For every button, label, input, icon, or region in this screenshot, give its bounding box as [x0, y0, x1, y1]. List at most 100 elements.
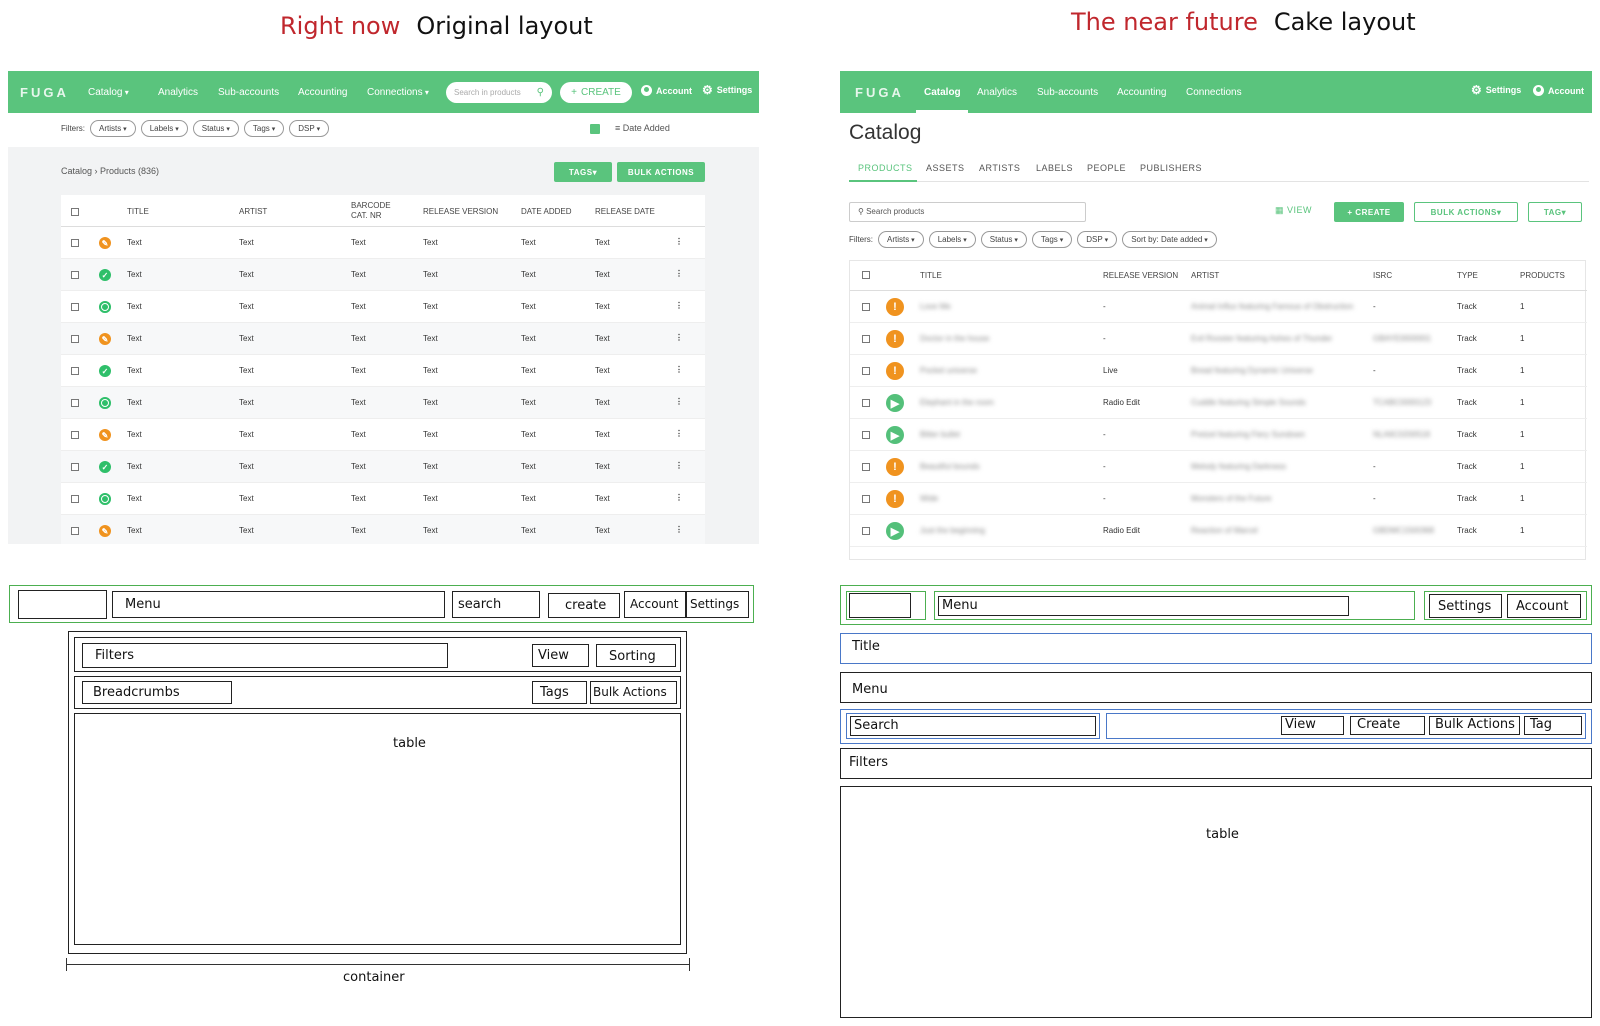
left-nav-accounting[interactable]: Accounting	[298, 87, 347, 98]
col-products[interactable]: PRODUCTS	[1520, 271, 1565, 280]
row-checkbox[interactable]	[71, 431, 79, 439]
left-tags-button[interactable]: TAGS	[554, 162, 612, 182]
table-row[interactable]: ✎ Text Text Text Text Text Text ⋮	[61, 515, 705, 544]
row-menu-icon[interactable]: ⋮	[675, 525, 683, 534]
row-menu-icon[interactable]: ⋮	[675, 237, 683, 246]
filter-labels[interactable]: Labels	[928, 231, 976, 248]
col-artist[interactable]: ARTIST	[239, 207, 267, 216]
view-button[interactable]: ▦ VIEW	[1275, 205, 1312, 216]
right-create-button[interactable]: + CREATE	[1334, 202, 1404, 222]
right-search-input[interactable]: ⚲ Search products	[849, 202, 1086, 222]
tab-assets[interactable]: ASSETS	[926, 163, 965, 173]
right-nav-accounting[interactable]: Accounting	[1117, 87, 1166, 98]
col-release-version[interactable]: RELEASE VERSION	[1103, 271, 1178, 280]
table-row[interactable]: ▶ Bitter bullet - Pretzel featuring Fiery S…	[850, 419, 1587, 451]
row-checkbox[interactable]	[71, 399, 79, 407]
col-date-added[interactable]: DATE ADDED	[521, 207, 572, 216]
row-checkbox[interactable]	[71, 239, 79, 247]
table-row[interactable]: ! Pocket universe Live Bread featuring Dyna…	[850, 355, 1587, 387]
row-menu-icon[interactable]: ⋮	[675, 269, 683, 278]
right-bulk-button[interactable]: BULK ACTIONS	[1414, 202, 1518, 222]
row-menu-icon[interactable]: ⋮	[675, 493, 683, 502]
col-barcode[interactable]: BARCODE CAT. NR	[351, 201, 391, 221]
select-all-checkbox[interactable]	[862, 271, 870, 279]
table-row[interactable]: ! Doctor in the house - Evil Rooster featur…	[850, 323, 1587, 355]
row-checkbox[interactable]	[862, 399, 870, 407]
table-row[interactable]: Text Text Text Text Text Text ⋮	[61, 291, 705, 323]
filter-labels[interactable]: Labels	[140, 120, 188, 137]
left-nav-connections[interactable]: Connections	[367, 87, 429, 98]
row-menu-icon[interactable]: ⋮	[675, 397, 683, 406]
breadcrumb-root[interactable]: Catalog	[61, 166, 92, 176]
table-row[interactable]: ✎ Text Text Text Text Text Text ⋮	[61, 323, 705, 355]
row-menu-icon[interactable]: ⋮	[675, 301, 683, 310]
col-isrc[interactable]: ISRC	[1373, 271, 1392, 280]
col-artist[interactable]: ARTIST	[1191, 271, 1219, 280]
filter-tags[interactable]: Tags	[1031, 231, 1073, 248]
select-all-checkbox[interactable]	[71, 208, 79, 216]
right-account-link[interactable]: Account	[1533, 85, 1584, 96]
row-checkbox[interactable]	[71, 527, 79, 535]
row-checkbox[interactable]	[71, 303, 79, 311]
table-row[interactable]: ✓ Text Text Text Text Text Text ⋮	[61, 451, 705, 483]
table-row[interactable]: ✓ Text Text Text Text Text Text ⋮	[61, 259, 705, 291]
tab-people[interactable]: PEOPLE	[1087, 163, 1126, 173]
right-settings-link[interactable]: ⚙ Settings	[1471, 84, 1521, 96]
left-create-button[interactable]: + CREATE	[560, 82, 632, 103]
filter-artists[interactable]: Artists	[878, 231, 924, 248]
right-tag-button[interactable]: TAG	[1528, 202, 1582, 222]
table-row[interactable]: ! Love Me - Animal Influx featuring Famous …	[850, 291, 1587, 323]
table-row[interactable]: ! Beautiful bounds - Melody featuring Darkn…	[850, 451, 1587, 483]
tab-publishers[interactable]: PUBLISHERS	[1140, 163, 1202, 173]
right-nav-catalog[interactable]: Catalog	[924, 87, 961, 98]
row-menu-icon[interactable]: ⋮	[675, 365, 683, 374]
right-nav-connections[interactable]: Connections	[1186, 87, 1242, 98]
row-checkbox[interactable]	[862, 367, 870, 375]
row-checkbox[interactable]	[71, 335, 79, 343]
row-checkbox[interactable]	[862, 495, 870, 503]
row-checkbox[interactable]	[862, 527, 870, 535]
filter-sort[interactable]: Sort by: Date added	[1122, 231, 1217, 248]
right-nav-analytics[interactable]: Analytics	[977, 87, 1017, 98]
tab-labels[interactable]: LABELS	[1036, 163, 1073, 173]
left-settings-link[interactable]: ⚙ Settings	[702, 84, 752, 96]
table-row[interactable]: ✎ Text Text Text Text Text Text ⋮	[61, 419, 705, 451]
filter-status[interactable]: Status	[192, 120, 239, 137]
row-menu-icon[interactable]: ⋮	[675, 461, 683, 470]
row-checkbox[interactable]	[862, 463, 870, 471]
table-row[interactable]: Text Text Text Text Text Text ⋮	[61, 387, 705, 419]
col-title[interactable]: TITLE	[127, 207, 149, 216]
table-row[interactable]: ! Wide - Monsters of the Future - Track 1	[850, 483, 1587, 515]
left-nav-subaccounts[interactable]: Sub-accounts	[218, 87, 279, 98]
row-checkbox[interactable]	[71, 495, 79, 503]
row-checkbox[interactable]	[862, 335, 870, 343]
filter-tags[interactable]: Tags	[243, 120, 285, 137]
table-row[interactable]: ✎ Text Text Text Text Text Text ⋮	[61, 227, 705, 259]
filter-status[interactable]: Status	[980, 231, 1027, 248]
table-row[interactable]: ✓ Text Text Text Text Text Text ⋮	[61, 355, 705, 387]
row-checkbox[interactable]	[71, 367, 79, 375]
row-menu-icon[interactable]: ⋮	[675, 429, 683, 438]
filter-artists[interactable]: Artists	[90, 120, 136, 137]
row-checkbox[interactable]	[71, 463, 79, 471]
table-row[interactable]: ▶ Just the beginning Radio Edit Reaction of…	[850, 515, 1587, 547]
right-nav-subaccounts[interactable]: Sub-accounts	[1037, 87, 1098, 98]
col-release-date[interactable]: RELEASE DATE	[595, 207, 655, 216]
view-toggle-icon[interactable]	[590, 124, 600, 134]
filter-dsp[interactable]: DSP	[289, 120, 330, 137]
tab-products[interactable]: PRODUCTS	[858, 163, 913, 173]
left-sort[interactable]: ≡ Date Added	[615, 123, 670, 133]
left-search-input[interactable]: Search in products ⚲	[446, 82, 552, 103]
col-title[interactable]: TITLE	[920, 271, 942, 280]
col-release-version[interactable]: RELEASE VERSION	[423, 207, 498, 216]
col-type[interactable]: TYPE	[1457, 271, 1478, 280]
left-nav-analytics[interactable]: Analytics	[158, 87, 198, 98]
tab-artists[interactable]: ARTISTS	[979, 163, 1020, 173]
row-menu-icon[interactable]: ⋮	[675, 333, 683, 342]
left-nav-catalog[interactable]: Catalog	[88, 87, 129, 98]
row-checkbox[interactable]	[71, 271, 79, 279]
filter-dsp[interactable]: DSP	[1077, 231, 1118, 248]
table-row[interactable]: Text Text Text Text Text Text ⋮	[61, 483, 705, 515]
table-row[interactable]: ▶ Elephant in the room Radio Edit Cuddle fe…	[850, 387, 1587, 419]
row-checkbox[interactable]	[862, 431, 870, 439]
